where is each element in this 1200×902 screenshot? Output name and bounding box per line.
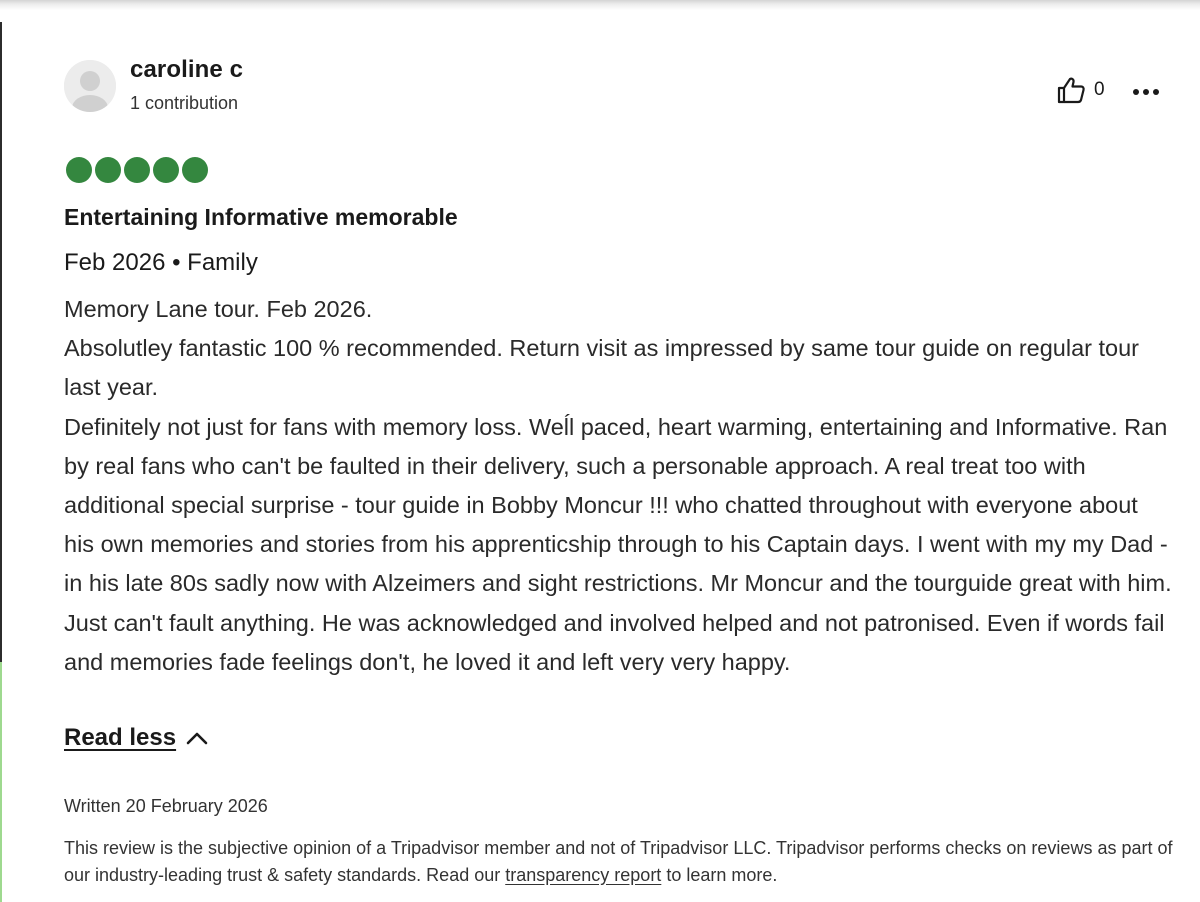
review-card: caroline c 1 contribution 0 Entertaining…	[0, 0, 1200, 902]
rating-bubble	[153, 157, 179, 183]
transparency-report-link[interactable]: transparency report	[505, 865, 661, 885]
left-border	[0, 22, 2, 662]
read-less-button[interactable]: Read less	[64, 724, 208, 752]
thumbs-up-icon	[1057, 77, 1085, 104]
reviewer-name[interactable]: caroline c	[130, 56, 243, 84]
review-title: Entertaining Informative memorable	[64, 204, 458, 230]
more-options-icon	[1133, 89, 1159, 95]
review-paragraph: Memory Lane tour. Feb 2026.	[64, 296, 373, 322]
trip-date-type: Feb 2026 • Family	[64, 249, 258, 276]
default-user-icon	[64, 60, 116, 112]
rating-bubble	[95, 157, 121, 183]
rating-bubble	[124, 157, 150, 183]
review-paragraph: Definitely not just for fans with memory…	[64, 413, 1172, 675]
disclaimer-text-end: to learn more.	[661, 864, 778, 885]
written-date: Written 20 February 2026	[64, 796, 268, 816]
helpful-vote-button[interactable]: 0	[1056, 76, 1105, 104]
helpful-count: 0	[1094, 79, 1105, 100]
read-less-label: Read less	[64, 724, 177, 751]
chevron-up-icon	[186, 732, 208, 745]
rating-bubble	[66, 157, 92, 183]
more-options-button[interactable]	[1130, 78, 1162, 106]
avatar[interactable]	[64, 60, 116, 112]
review-disclaimer: This review is the subjective opinion of…	[64, 835, 1174, 888]
left-border-accent	[0, 662, 2, 902]
top-divider	[0, 0, 1200, 10]
review-text: Memory Lane tour. Feb 2026. Absolutley f…	[64, 290, 1174, 682]
rating-bubbles	[66, 157, 208, 183]
contribution-count: 1 contribution	[130, 93, 239, 113]
rating-bubble	[182, 157, 208, 183]
review-paragraph: Absolutley fantastic 100 % recommended. …	[64, 335, 1140, 401]
